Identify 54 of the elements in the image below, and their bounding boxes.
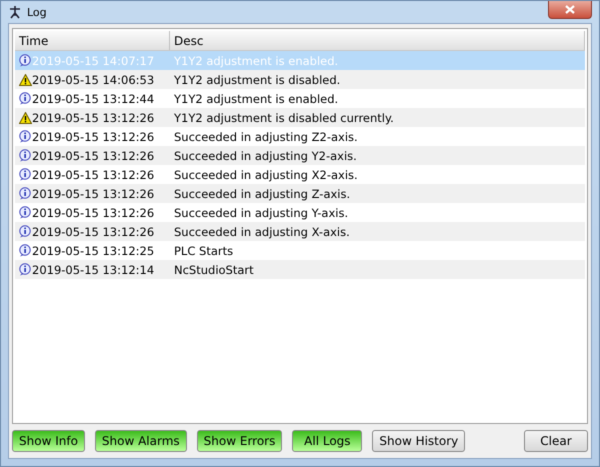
- info-icon: [19, 54, 32, 67]
- desc-cell: Succeeded in adjusting X2-axis.: [174, 168, 358, 182]
- filter-button[interactable]: Show Info: [12, 430, 85, 452]
- desc-cell: PLC Starts: [174, 244, 234, 258]
- column-header[interactable]: Desc: [170, 31, 585, 50]
- info-icon: [19, 168, 32, 181]
- filter-button[interactable]: Show Errors: [196, 430, 282, 452]
- time-cell: 2019-05-15 14:07:17: [32, 54, 154, 68]
- time-cell: 2019-05-15 13:12:26: [32, 224, 154, 238]
- desc-cell: Y1Y2 adjustment is enabled.: [174, 54, 338, 68]
- info-icon: [19, 92, 32, 105]
- desc-cell: Succeeded in adjusting X-axis.: [174, 224, 350, 238]
- clear-button[interactable]: Clear: [524, 430, 588, 452]
- app-icon: [8, 5, 22, 19]
- close-button[interactable]: [548, 1, 592, 19]
- warning-icon: [19, 112, 32, 124]
- info-icon: [19, 206, 32, 219]
- time-cell: 2019-05-15 13:12:26: [32, 206, 154, 220]
- time-cell: 2019-05-15 13:12:26: [32, 148, 154, 162]
- log-row[interactable]: 2019-05-15 13:12:14 NcStudioStart: [15, 260, 585, 279]
- desc-cell: Y1Y2 adjustment is disabled currently.: [174, 110, 394, 124]
- log-row[interactable]: 2019-05-15 13:12:26 Y1Y2 adjustment is disabled currently.: [15, 108, 585, 127]
- column-header[interactable]: Time: [15, 31, 170, 50]
- desc-cell: Succeeded in adjusting Y2-axis.: [174, 148, 357, 162]
- desc-cell: Y1Y2 adjustment is enabled.: [174, 92, 338, 106]
- info-icon: [19, 187, 32, 200]
- info-icon: [19, 149, 32, 162]
- desc-cell: Succeeded in adjusting Z2-axis.: [174, 130, 358, 144]
- time-cell: 2019-05-15 13:12:26: [32, 168, 154, 182]
- info-icon: [19, 263, 32, 276]
- filter-button[interactable]: All Logs: [292, 430, 362, 452]
- desc-cell: NcStudioStart: [174, 262, 254, 276]
- time-cell: 2019-05-15 13:12:26: [32, 110, 154, 124]
- desc-cell: Succeeded in adjusting Z-axis.: [174, 186, 350, 200]
- window-title: Log: [27, 6, 47, 18]
- time-cell: 2019-05-15 14:06:53: [32, 72, 154, 86]
- warning-icon: [19, 74, 32, 86]
- log-row[interactable]: 2019-05-15 13:12:26 Succeeded in adjusting Y2-axis.: [15, 146, 585, 165]
- time-cell: 2019-05-15 13:12:44: [32, 92, 154, 106]
- info-icon: [19, 225, 32, 238]
- log-row[interactable]: 2019-05-15 13:12:26 Succeeded in adjusting Z-axis.: [15, 184, 585, 203]
- log-row[interactable]: 2019-05-15 13:12:26 Succeeded in adjusting X-axis.: [15, 222, 585, 241]
- desc-cell: Y1Y2 adjustment is disabled.: [174, 72, 340, 86]
- info-icon: [19, 244, 32, 257]
- time-cell: 2019-05-15 13:12:14: [32, 262, 154, 276]
- time-cell: 2019-05-15 13:12:26: [32, 130, 154, 144]
- filter-button[interactable]: Show Alarms: [94, 430, 187, 452]
- time-cell: 2019-05-15 13:12:26: [32, 186, 154, 200]
- desc-cell: Succeeded in adjusting Y-axis.: [174, 206, 348, 220]
- time-cell: 2019-05-15 13:12:25: [32, 244, 154, 258]
- log-row[interactable]: 2019-05-15 14:06:53 Y1Y2 adjustment is disabled.: [15, 70, 585, 89]
- info-icon: [19, 130, 32, 143]
- close-icon: [565, 5, 575, 14]
- filter-button[interactable]: Show History: [372, 430, 466, 452]
